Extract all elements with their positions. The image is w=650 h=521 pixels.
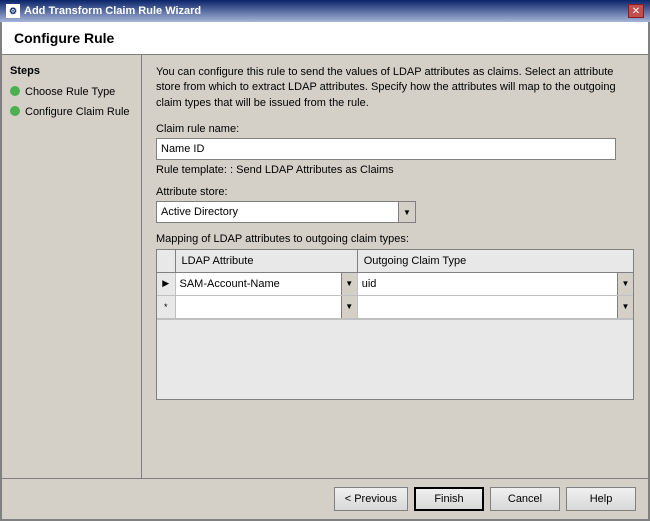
sidebar-item-configure-claim-rule[interactable]: Configure Claim Rule [10, 105, 133, 119]
new-ldap-select-wrapper: SAM-Account-Name E-Mail-Addresses ▼ [176, 296, 357, 318]
dialog-footer: < Previous Finish Cancel Help [2, 478, 648, 519]
help-button[interactable]: Help [566, 487, 636, 511]
new-outgoing-claim-input[interactable] [358, 296, 617, 318]
ldap-attribute-cell: SAM-Account-Name E-Mail-Addresses Given-… [175, 272, 357, 295]
cancel-button[interactable]: Cancel [490, 487, 560, 511]
new-row-indicator: * [157, 295, 175, 318]
outgoing-claim-type-cell: ▼ [357, 272, 633, 295]
title-bar: ⚙ Add Transform Claim Rule Wizard ✕ [0, 0, 650, 22]
new-row: * SAM-Account-Name E-Mail-Addresses ▼ [157, 295, 633, 318]
rule-template-value: Send LDAP Attributes as Claims [236, 164, 394, 176]
finish-button[interactable]: Finish [414, 487, 484, 511]
step-dot-2 [10, 106, 20, 116]
header-ldap-attribute: LDAP Attribute [175, 250, 357, 272]
step-label-1: Choose Rule Type [25, 85, 115, 99]
outgoing-claim-arrow-icon: ▼ [617, 273, 633, 295]
header-outgoing-claim-type: Outgoing Claim Type [357, 250, 633, 272]
mapping-table-container: LDAP Attribute Outgoing Claim Type ▶ SAM [156, 249, 634, 400]
steps-title: Steps [10, 65, 133, 77]
main-panel: You can configure this rule to send the … [142, 55, 648, 478]
table-header-row: LDAP Attribute Outgoing Claim Type [157, 250, 633, 272]
mapping-label: Mapping of LDAP attributes to outgoing c… [156, 233, 634, 245]
row-indicator: ▶ [157, 272, 175, 295]
mapping-empty-area [157, 319, 633, 399]
claim-rule-name-input[interactable] [156, 138, 616, 160]
page-title: Configure Rule [14, 30, 636, 46]
new-outgoing-arrow-icon: ▼ [617, 296, 633, 318]
header-indicator [157, 250, 175, 272]
ldap-attribute-select[interactable]: SAM-Account-Name E-Mail-Addresses Given-… [176, 273, 357, 295]
dialog-header: Configure Rule [2, 22, 648, 55]
table-row: ▶ SAM-Account-Name E-Mail-Addresses Give… [157, 272, 633, 295]
close-button[interactable]: ✕ [628, 4, 644, 18]
wizard-icon: ⚙ [6, 4, 20, 18]
title-bar-text: Add Transform Claim Rule Wizard [24, 5, 201, 17]
step-label-2: Configure Claim Rule [25, 105, 130, 119]
previous-button[interactable]: < Previous [334, 487, 408, 511]
dialog-content: Steps Choose Rule Type Configure Claim R… [2, 55, 648, 478]
new-row-outgoing-cell: ▼ [357, 295, 633, 318]
steps-panel: Steps Choose Rule Type Configure Claim R… [2, 55, 142, 478]
rule-template-label: Rule template: [156, 164, 227, 176]
claim-rule-name-label: Claim rule name: [156, 123, 634, 135]
new-ldap-select[interactable]: SAM-Account-Name E-Mail-Addresses [176, 296, 357, 318]
outgoing-claim-type-input[interactable] [358, 273, 617, 295]
step-dot-1 [10, 86, 20, 96]
ldap-attribute-select-wrapper: SAM-Account-Name E-Mail-Addresses Given-… [176, 273, 357, 295]
rule-template-text: Rule template: : Send LDAP Attributes as… [156, 164, 634, 176]
attribute-store-select[interactable]: Active Directory [156, 201, 416, 223]
attribute-store-wrapper: Active Directory ▼ [156, 201, 416, 223]
sidebar-item-choose-rule-type[interactable]: Choose Rule Type [10, 85, 133, 99]
new-row-ldap-cell: SAM-Account-Name E-Mail-Addresses ▼ [175, 295, 357, 318]
title-bar-left: ⚙ Add Transform Claim Rule Wizard [6, 4, 201, 18]
dialog: Configure Rule Steps Choose Rule Type Co… [0, 22, 650, 521]
mapping-table: LDAP Attribute Outgoing Claim Type ▶ SAM [157, 250, 633, 319]
description-text: You can configure this rule to send the … [156, 65, 634, 111]
attribute-store-label: Attribute store: [156, 186, 634, 198]
